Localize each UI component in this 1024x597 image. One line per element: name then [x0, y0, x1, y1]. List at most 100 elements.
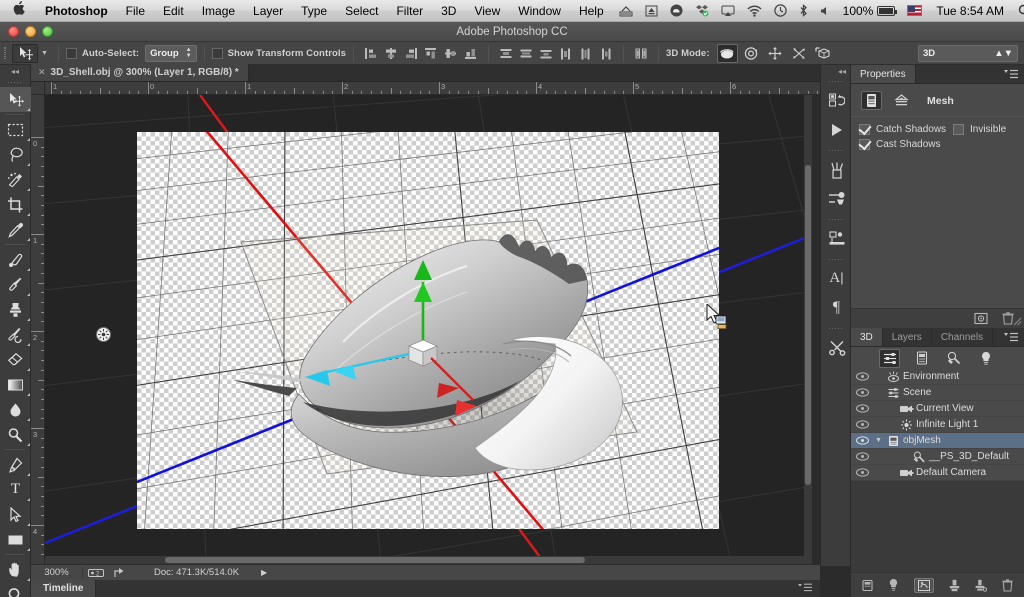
rectangular-marquee-tool[interactable]	[0, 117, 31, 142]
distribute-horizontal-centers-icon[interactable]	[576, 44, 596, 63]
history-panel-icon[interactable]	[821, 86, 852, 115]
panel-menu-icon[interactable]	[998, 328, 1024, 346]
menu-file[interactable]: File	[117, 0, 154, 22]
share-icon[interactable]	[109, 567, 132, 578]
dropbox-icon[interactable]	[689, 4, 715, 17]
dock-group-grip[interactable]	[821, 216, 850, 224]
scrollbar-thumb[interactable]	[805, 165, 811, 485]
show-transform-controls-checkbox[interactable]	[211, 47, 223, 59]
menu-type[interactable]: Type	[292, 0, 336, 22]
distribute-vertical-centers-icon[interactable]	[516, 44, 536, 63]
menu-bar-clock[interactable]: Tue 8:54 AM	[928, 4, 1012, 18]
adjustments-panel-icon[interactable]	[821, 224, 852, 253]
tree-row-ps-3d-default[interactable]: __PS_3D_Default	[851, 449, 1024, 465]
zoom-button[interactable]	[42, 26, 53, 37]
rectangle-tool[interactable]	[0, 527, 31, 552]
cast-shadows-row[interactable]: Cast Shadows	[851, 137, 1024, 152]
scale-3d-object-icon[interactable]	[813, 44, 834, 63]
menu-edit[interactable]: Edit	[154, 0, 193, 22]
invisible-row[interactable]: Invisible	[947, 122, 1006, 137]
mesh-properties-icon[interactable]	[861, 91, 882, 110]
menu-image[interactable]: Image	[193, 0, 244, 22]
filter-materials-icon[interactable]	[943, 349, 964, 368]
panel-menu-icon[interactable]	[998, 65, 1024, 83]
cast-shadows-checkbox[interactable]	[859, 139, 870, 150]
tab-channels[interactable]: Channels	[932, 328, 994, 346]
hand-tool[interactable]	[0, 557, 31, 582]
menu-3d[interactable]: 3D	[432, 0, 465, 22]
auto-select-scope-select[interactable]: Group ▲ ▼	[145, 44, 197, 62]
bluetooth-icon[interactable]	[793, 4, 814, 17]
auto-select-checkbox[interactable]	[66, 47, 77, 59]
menu-select[interactable]: Select	[336, 0, 387, 22]
menu-view[interactable]: View	[465, 0, 509, 22]
add-mesh-icon[interactable]	[862, 579, 873, 592]
visibility-eye-icon[interactable]	[851, 420, 873, 429]
character-panel-icon[interactable]: A|	[821, 264, 852, 293]
quick-selection-tool[interactable]	[0, 167, 31, 192]
ruler-corner[interactable]	[31, 82, 45, 95]
scanner-icon[interactable]	[613, 5, 639, 17]
eyedropper-tool[interactable]	[0, 217, 31, 242]
dock-group-grip[interactable]	[821, 147, 850, 155]
airplay-icon[interactable]	[715, 5, 741, 17]
slide-3d-object-icon[interactable]	[789, 44, 810, 63]
minimize-button[interactable]	[25, 26, 36, 37]
visibility-eye-icon[interactable]	[851, 452, 873, 461]
visibility-eye-icon[interactable]	[851, 404, 873, 413]
render-icon[interactable]	[914, 577, 934, 593]
zoom-tool[interactable]	[0, 582, 31, 597]
move-tool-icon[interactable]	[12, 43, 38, 63]
menu-window[interactable]: Window	[509, 0, 570, 22]
us-flag-icon[interactable]	[901, 5, 928, 16]
pen-tool[interactable]	[0, 452, 31, 477]
eject-icon[interactable]	[639, 5, 664, 17]
brush-presets-panel-icon[interactable]	[821, 184, 852, 213]
distribute-left-edges-icon[interactable]	[556, 44, 576, 63]
auto-align-layers-icon[interactable]	[631, 44, 651, 63]
align-bottom-edges-icon[interactable]	[461, 44, 481, 63]
dock-group-grip[interactable]	[821, 256, 850, 264]
spot-healing-brush-tool[interactable]	[0, 247, 31, 272]
close-tab-icon[interactable]: ✕	[38, 67, 46, 78]
document-dimensions-icon[interactable]: 2	[83, 568, 109, 578]
lasso-tool[interactable]	[0, 142, 31, 167]
menu-layer[interactable]: Layer	[244, 0, 292, 22]
paint-falloff-icon[interactable]	[975, 579, 987, 592]
tree-row-scene[interactable]: Scene	[851, 385, 1024, 401]
gradient-tool[interactable]	[0, 372, 31, 397]
vertical-ruler[interactable]: 0 1 2 3 4	[31, 95, 45, 564]
paragraph-panel-icon[interactable]: ¶	[821, 293, 852, 322]
history-brush-tool[interactable]	[0, 322, 31, 347]
search-icon[interactable]	[1012, 4, 1024, 17]
tool-preset-chevron-down-icon[interactable]: ▼	[38, 44, 51, 63]
battery-status[interactable]: 100%	[837, 4, 902, 18]
catch-shadows-checkbox[interactable]	[859, 124, 870, 135]
document-canvas[interactable]	[45, 95, 812, 564]
crop-tool[interactable]	[0, 192, 31, 217]
zoom-level[interactable]: 300%	[31, 567, 83, 578]
delete-icon[interactable]	[1002, 578, 1013, 592]
filter-lights-icon[interactable]	[975, 349, 996, 368]
options-bar-grip[interactable]	[0, 42, 10, 65]
align-right-edges-icon[interactable]	[401, 44, 421, 63]
mesh-capture-icon[interactable]	[891, 91, 912, 110]
blur-tool[interactable]	[0, 397, 31, 422]
eraser-tool[interactable]	[0, 347, 31, 372]
twirl-open-icon[interactable]: ▼	[873, 437, 884, 444]
brush-tool[interactable]	[0, 272, 31, 297]
dock-group-grip[interactable]	[821, 78, 850, 86]
brush-panel-icon[interactable]	[821, 155, 852, 184]
infinite-light-widget[interactable]	[96, 327, 111, 342]
visibility-eye-icon[interactable]	[851, 372, 873, 381]
tool-presets-panel-icon[interactable]	[821, 333, 852, 362]
new-material-icon[interactable]	[949, 579, 960, 592]
tree-row-objmesh[interactable]: ▼ objMesh	[851, 433, 1024, 449]
catch-shadows-row[interactable]: Catch Shadows	[851, 122, 947, 137]
align-horizontal-centers-icon[interactable]	[381, 44, 401, 63]
status-options-arrow[interactable]: ▶	[261, 568, 267, 577]
tab-properties[interactable]: Properties	[851, 65, 916, 83]
rotate-3d-object-icon[interactable]	[716, 43, 738, 63]
actions-panel-icon[interactable]	[821, 115, 852, 144]
toolbox-grip[interactable]	[0, 78, 30, 87]
